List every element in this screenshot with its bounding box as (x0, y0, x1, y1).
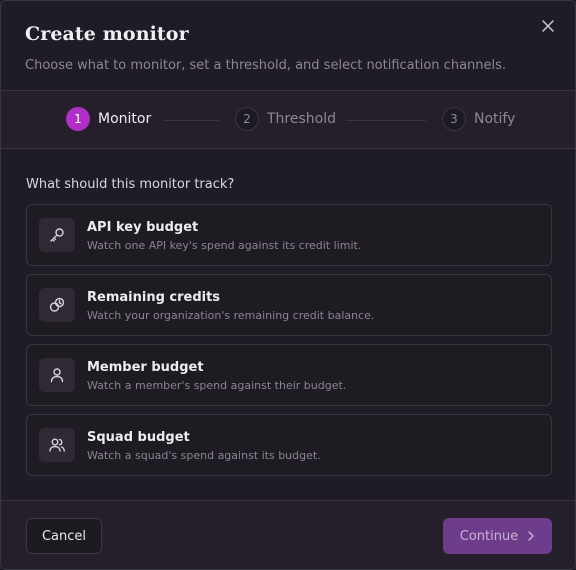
cancel-button[interactable]: Cancel (26, 518, 102, 554)
dialog-header: Create monitor Choose what to monitor, s… (25, 23, 535, 73)
stepper: 1 Monitor 2 Threshold 3 Notify (1, 90, 575, 149)
option-description: Watch a squad's spend against its budget… (87, 449, 321, 462)
dialog-footer: Cancel Continue (1, 500, 575, 569)
step-label: Threshold (267, 111, 336, 127)
users-icon (39, 428, 75, 462)
step-number: 1 (66, 107, 90, 131)
dialog-subtitle: Choose what to monitor, set a threshold,… (25, 58, 507, 73)
step-threshold: 2 Threshold (235, 107, 336, 131)
option-member-budget[interactable]: Member budget Watch a member's spend aga… (26, 344, 552, 406)
option-title: Remaining credits (87, 290, 221, 305)
option-squad-budget[interactable]: Squad budget Watch a squad's spend again… (26, 414, 552, 476)
step-monitor: 1 Monitor (66, 107, 151, 131)
continue-button[interactable]: Continue (443, 518, 552, 554)
continue-button-label: Continue (459, 528, 519, 544)
step-label: Notify (474, 111, 516, 127)
step-number: 2 (235, 107, 259, 131)
cancel-button-label: Cancel (41, 528, 87, 544)
dialog-title: Create monitor (25, 23, 189, 45)
option-description: Watch one API key's spend against its cr… (87, 239, 362, 252)
question-label: What should this monitor track? (26, 177, 235, 192)
option-title: Member budget (87, 360, 204, 375)
step-notify: 3 Notify (442, 107, 515, 131)
close-icon[interactable] (538, 16, 558, 36)
chevron-right-icon (527, 530, 535, 542)
option-title: API key budget (87, 220, 199, 235)
step-number: 3 (442, 107, 466, 131)
option-description: Watch your organization's remaining cred… (87, 309, 375, 322)
coins-clock-icon (39, 288, 75, 322)
create-monitor-dialog: Create monitor Choose what to monitor, s… (0, 0, 576, 570)
option-description: Watch a member's spend against their bud… (87, 379, 347, 392)
step-label: Monitor (98, 111, 152, 127)
user-icon (39, 358, 75, 392)
option-title: Squad budget (87, 430, 190, 445)
step-connector (346, 120, 426, 121)
key-icon (39, 218, 75, 252)
dialog-body: What should this monitor track? API key … (26, 177, 552, 476)
option-remaining-credits[interactable]: Remaining credits Watch your organizatio… (26, 274, 552, 336)
step-connector (164, 120, 219, 121)
option-api-key-budget[interactable]: API key budget Watch one API key's spend… (26, 204, 552, 266)
